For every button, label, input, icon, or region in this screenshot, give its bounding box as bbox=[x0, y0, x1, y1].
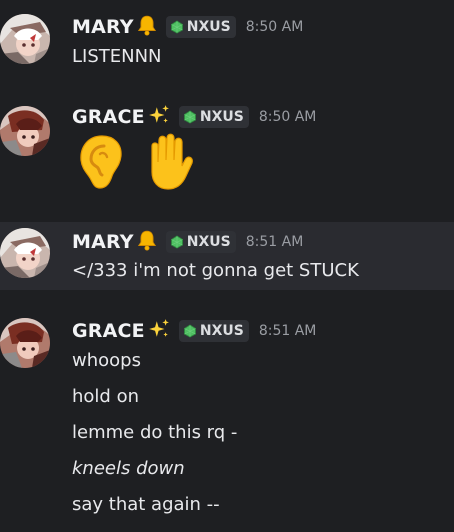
message-2: GRACE NXUS 8:50 AM bbox=[0, 92, 454, 222]
server-tag[interactable]: NXUS bbox=[178, 319, 249, 342]
timestamp: 8:50 AM bbox=[245, 18, 304, 35]
gem-icon bbox=[170, 20, 183, 33]
username[interactable]: MARY bbox=[72, 16, 134, 38]
avatar[interactable] bbox=[0, 14, 50, 64]
message-header: GRACE NXUS 8:50 AM bbox=[72, 104, 316, 129]
server-tag-label: NXUS bbox=[199, 322, 244, 339]
sparkles-icon bbox=[147, 104, 171, 129]
raised-hand-emoji[interactable] bbox=[140, 132, 200, 192]
message-text: lemme do this rq - bbox=[72, 422, 238, 443]
timestamp: 8:50 AM bbox=[258, 108, 317, 125]
sparkles-icon bbox=[147, 318, 171, 343]
server-tag-label: NXUS bbox=[199, 108, 244, 125]
username[interactable]: MARY bbox=[72, 231, 134, 253]
message-text: </333 i'm not gonna get STUCK bbox=[72, 260, 359, 281]
gem-icon bbox=[183, 110, 196, 123]
server-tag[interactable]: NXUS bbox=[178, 105, 249, 128]
timestamp: 8:51 AM bbox=[258, 322, 317, 339]
message-4: GRACE NXUS 8:51 AM whoops hold on lemme … bbox=[0, 290, 454, 532]
server-tag[interactable]: NXUS bbox=[165, 15, 236, 38]
timestamp: 8:51 AM bbox=[245, 233, 304, 250]
message-1: MARY NXUS 8:50 AM LISTENNN bbox=[0, 0, 454, 92]
gem-icon bbox=[183, 324, 196, 337]
server-tag-label: NXUS bbox=[186, 18, 231, 35]
username[interactable]: GRACE bbox=[72, 106, 145, 128]
username[interactable]: GRACE bbox=[72, 320, 145, 342]
message-header: MARY NXUS 8:51 AM bbox=[72, 229, 303, 254]
gem-icon bbox=[170, 235, 183, 248]
bell-icon bbox=[136, 229, 158, 254]
avatar[interactable] bbox=[0, 106, 50, 156]
message-header: MARY NXUS 8:50 AM bbox=[72, 14, 303, 39]
server-tag[interactable]: NXUS bbox=[165, 230, 236, 253]
avatar[interactable] bbox=[0, 318, 50, 368]
message-text: say that again -- bbox=[72, 494, 220, 515]
server-tag-label: NXUS bbox=[186, 233, 231, 250]
message-text: hold on bbox=[72, 386, 139, 407]
message-3: MARY NXUS 8:51 AM </333 i'm not gonna ge… bbox=[0, 222, 454, 290]
message-text: LISTENNN bbox=[72, 46, 162, 67]
message-text: whoops bbox=[72, 350, 141, 371]
message-text-italic: kneels down bbox=[72, 458, 185, 479]
ear-emoji[interactable] bbox=[72, 132, 132, 192]
message-header: GRACE NXUS 8:51 AM bbox=[72, 318, 316, 343]
avatar[interactable] bbox=[0, 228, 50, 278]
bell-icon bbox=[136, 14, 158, 39]
